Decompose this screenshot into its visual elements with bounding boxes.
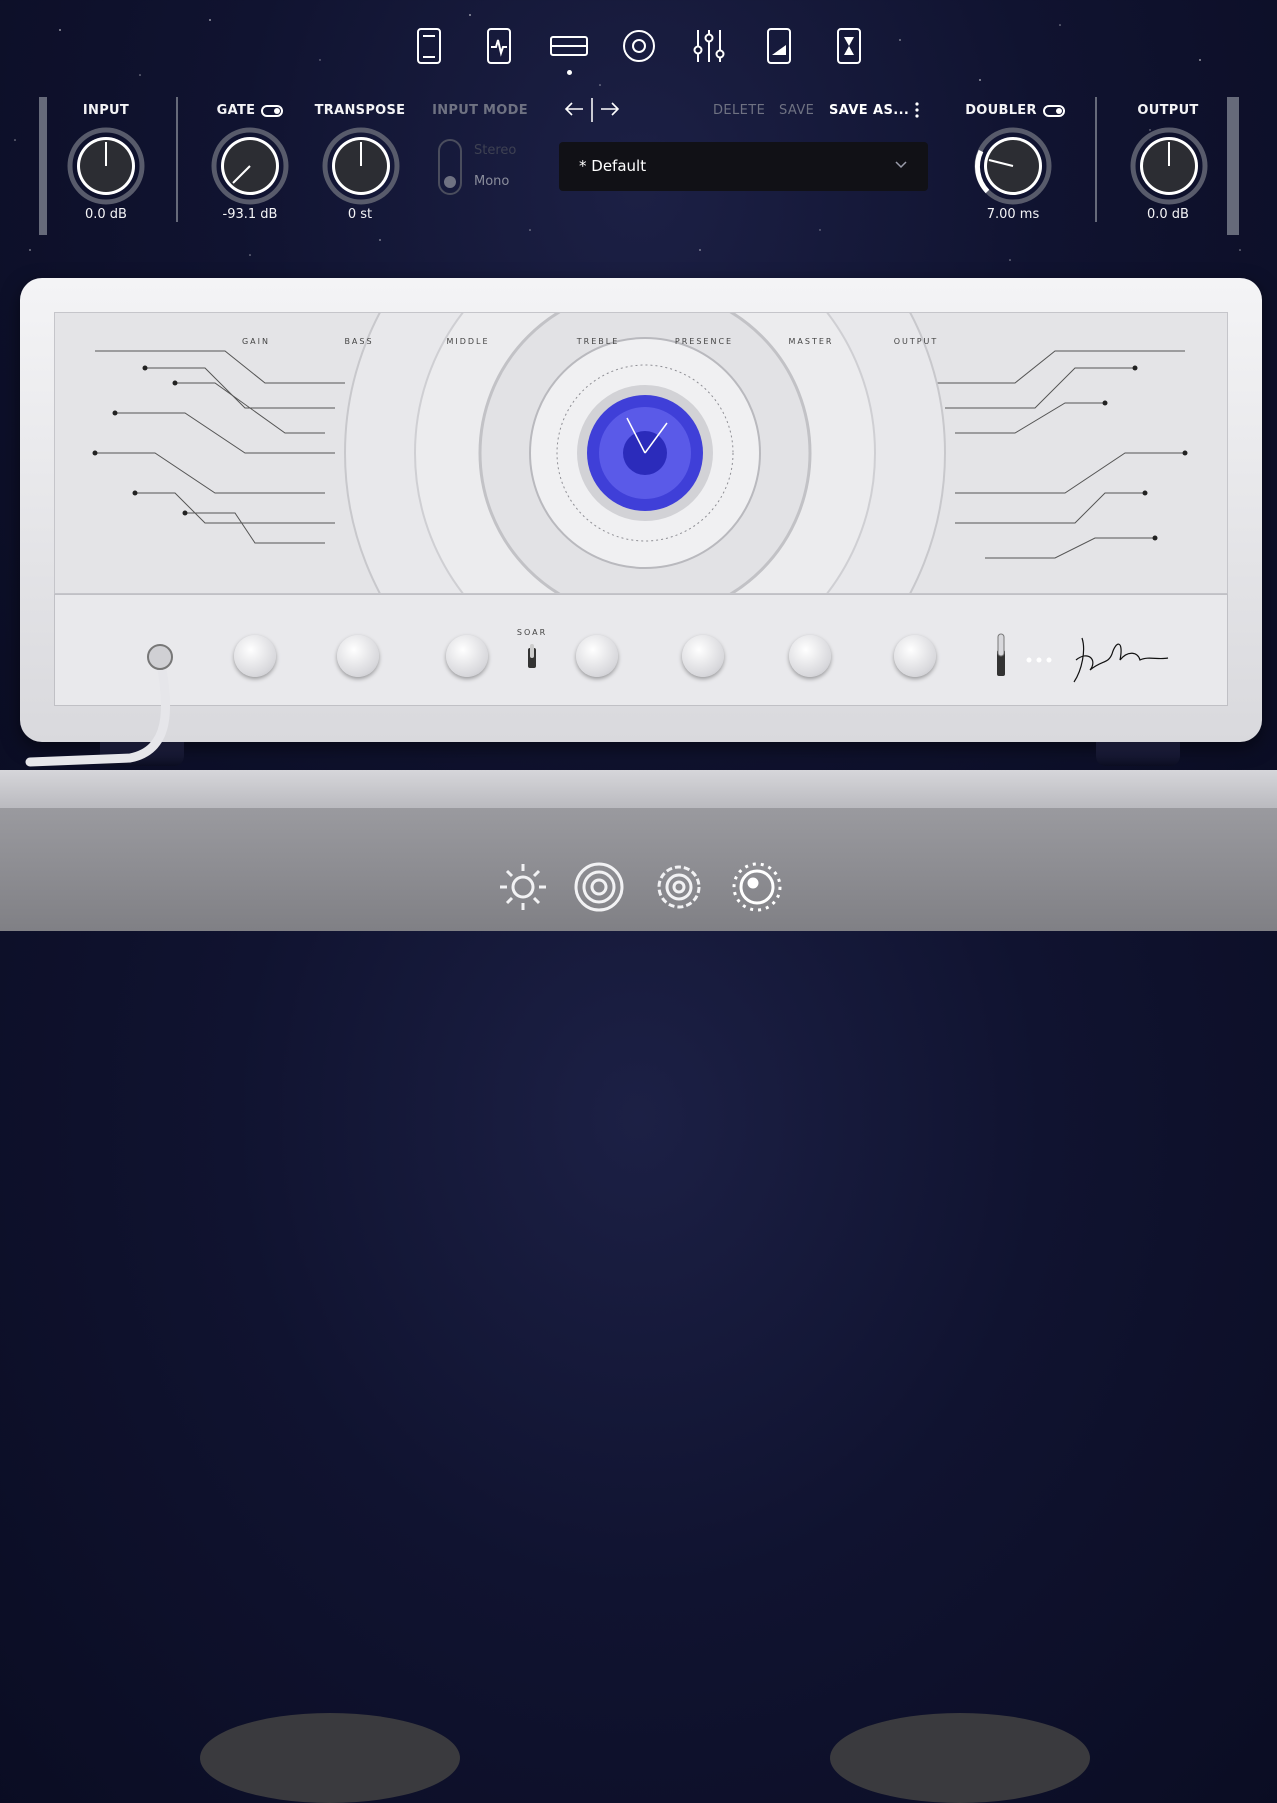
hourglass-icon bbox=[837, 28, 861, 64]
speaker-right bbox=[830, 1713, 1090, 1803]
amp-output-knob[interactable] bbox=[894, 635, 936, 677]
doubler-label: DOUBLER bbox=[965, 103, 1037, 118]
bottom-bar bbox=[0, 808, 1277, 1803]
active-indicator bbox=[567, 70, 572, 75]
master-label: MASTER bbox=[788, 337, 834, 346]
doubler-header: DOUBLER bbox=[960, 103, 1070, 118]
soar-label: SOAR bbox=[516, 628, 548, 637]
amp-faceplate bbox=[54, 312, 1228, 594]
input-label: INPUT bbox=[82, 103, 130, 118]
amp-output-label: OUTPUT bbox=[893, 337, 939, 346]
gate-knob[interactable] bbox=[210, 126, 290, 206]
input-mode-mono[interactable]: Mono bbox=[474, 174, 509, 189]
gate-toggle[interactable] bbox=[261, 104, 284, 117]
status-leds bbox=[1026, 657, 1052, 663]
sun-gear-icon[interactable] bbox=[497, 861, 549, 913]
bass-knob[interactable] bbox=[337, 635, 379, 677]
amp-control-panel bbox=[54, 594, 1228, 706]
nav-pedal[interactable] bbox=[479, 26, 519, 66]
output-label: OUTPUT bbox=[1137, 103, 1199, 118]
pedal-icon bbox=[487, 28, 511, 64]
preset-name: * Default bbox=[579, 157, 647, 175]
signature-logo bbox=[1073, 637, 1169, 683]
dial-icon[interactable] bbox=[731, 861, 783, 913]
input-value: 0.0 dB bbox=[85, 207, 127, 222]
nav-mixer[interactable] bbox=[689, 26, 729, 66]
middle-label: MIDDLE bbox=[446, 337, 490, 346]
top-nav bbox=[0, 26, 1277, 76]
preset-dropdown[interactable]: * Default bbox=[559, 142, 928, 191]
speaker-left bbox=[200, 1713, 460, 1803]
presence-label: PRESENCE bbox=[674, 337, 734, 346]
nav-amp[interactable] bbox=[549, 26, 589, 66]
nav-volume-pedal[interactable] bbox=[759, 26, 799, 66]
transpose-value: 0 st bbox=[347, 207, 373, 222]
amp-head-icon bbox=[417, 28, 441, 64]
divider bbox=[1095, 97, 1097, 222]
amp-artwork bbox=[92, 313, 1188, 593]
delete-button[interactable]: DELETE bbox=[713, 103, 765, 118]
gain-knob[interactable] bbox=[234, 635, 276, 677]
bass-label: BASS bbox=[344, 337, 374, 346]
gate-label: GATE bbox=[216, 103, 256, 118]
transpose-knob[interactable] bbox=[321, 126, 401, 206]
treble-label: TREBLE bbox=[576, 337, 620, 346]
mixer-sliders-icon bbox=[693, 30, 725, 62]
floor-shelf bbox=[0, 770, 1277, 810]
divider bbox=[591, 98, 593, 122]
guitar-cable bbox=[25, 644, 173, 767]
master-knob[interactable] bbox=[789, 635, 831, 677]
gate-value: -93.1 dB bbox=[222, 207, 278, 222]
cog-icon[interactable] bbox=[653, 861, 705, 913]
transpose-label: TRANSPOSE bbox=[314, 103, 406, 118]
soar-switch[interactable] bbox=[524, 642, 540, 672]
input-meter bbox=[39, 97, 47, 235]
presence-knob[interactable] bbox=[682, 635, 724, 677]
gain-label: GAIN bbox=[241, 337, 270, 346]
more-options-icon[interactable] bbox=[913, 101, 921, 119]
doubler-value: 7.00 ms bbox=[986, 207, 1040, 222]
spiral-icon[interactable] bbox=[573, 861, 625, 913]
amp-icon bbox=[550, 36, 588, 56]
output-knob[interactable] bbox=[1129, 126, 1209, 206]
power-switch[interactable] bbox=[992, 632, 1010, 680]
nav-amp-head[interactable] bbox=[409, 26, 449, 66]
amp-foot-right bbox=[1096, 740, 1180, 766]
gate-header: GATE bbox=[200, 103, 300, 118]
input-mode-stereo[interactable]: Stereo bbox=[474, 143, 516, 158]
volume-pedal-icon bbox=[767, 28, 791, 64]
input-mode-switch[interactable] bbox=[438, 139, 462, 195]
nav-cabinet[interactable] bbox=[619, 26, 659, 66]
doubler-toggle[interactable] bbox=[1042, 104, 1065, 117]
save-button[interactable]: SAVE bbox=[779, 103, 814, 118]
save-as-button[interactable]: SAVE AS... bbox=[829, 103, 909, 118]
middle-knob[interactable] bbox=[446, 635, 488, 677]
treble-knob[interactable] bbox=[576, 635, 618, 677]
next-preset-arrow-icon[interactable] bbox=[599, 101, 621, 117]
divider bbox=[176, 97, 178, 222]
doubler-knob[interactable] bbox=[973, 126, 1053, 206]
input-mode-label: INPUT MODE bbox=[432, 103, 528, 118]
output-meter bbox=[1227, 97, 1239, 235]
chevron-down-icon bbox=[895, 161, 907, 169]
input-knob[interactable] bbox=[66, 126, 146, 206]
previous-preset-arrow-icon[interactable] bbox=[563, 101, 585, 117]
output-value: 0.0 dB bbox=[1147, 207, 1189, 222]
cabinet-icon bbox=[623, 30, 655, 62]
nav-hourglass[interactable] bbox=[829, 26, 869, 66]
